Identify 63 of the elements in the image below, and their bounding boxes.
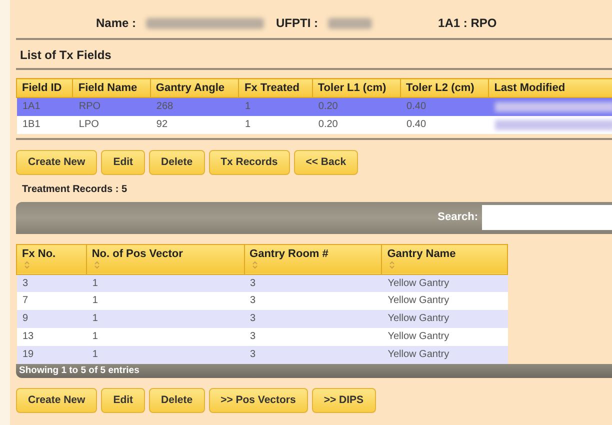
column-header: Gantry Angle <box>150 78 239 98</box>
table-row[interactable]: 1B1 LPO 92 1 0.20 0.40 <box>16 116 612 134</box>
table-cell: 1 <box>86 274 244 292</box>
table-cell: 3 <box>244 292 382 310</box>
table-cell: 1 <box>238 116 312 134</box>
redacted-id <box>328 18 372 28</box>
sort-icon[interactable] <box>252 260 258 269</box>
table-cell: 19 <box>16 346 86 364</box>
action-button[interactable]: << Back <box>294 150 358 175</box>
column-header: Field ID <box>16 78 73 98</box>
sort-icon[interactable] <box>94 260 100 269</box>
table-cell: Yellow Gantry <box>382 274 508 292</box>
name-label: Name : <box>96 16 136 30</box>
action-button[interactable]: Create New <box>16 388 98 413</box>
sort-icon[interactable] <box>24 260 30 269</box>
section-title: List of Tx Fields <box>16 40 612 70</box>
table-cell: 9 <box>16 310 86 328</box>
table-cell: 268 <box>150 98 239 116</box>
action-button[interactable]: Create New <box>16 150 98 175</box>
column-header: Toler L2 (cm) <box>400 78 489 98</box>
sort-icon[interactable] <box>389 260 396 269</box>
table-cell: 1 <box>86 328 244 346</box>
table-cell: 13 <box>16 328 86 346</box>
search-field[interactable] <box>482 205 612 230</box>
table-cell: 0.40 <box>400 98 489 116</box>
table-cell: 3 <box>16 274 86 292</box>
column-header: Fx Treated <box>238 78 312 98</box>
table-cell: 92 <box>150 116 239 134</box>
table-cell: 3 <box>244 346 382 364</box>
table-cell: 1B1 <box>16 116 73 134</box>
id-label: UFPTI : <box>276 16 318 30</box>
table-cell: 1 <box>86 346 244 364</box>
table-cell: 1A1 <box>16 98 73 116</box>
table-cell: 3 <box>244 274 382 292</box>
table-cell: 1 <box>86 310 244 328</box>
table-cell: Yellow Gantry <box>382 310 508 328</box>
action-button[interactable]: >> DIPS <box>312 388 376 413</box>
table-cell: 1 <box>86 292 244 310</box>
action-button[interactable]: >> Pos Vectors <box>208 388 308 413</box>
action-button[interactable]: Delete <box>149 388 205 413</box>
table-cell: RPO <box>72 98 150 116</box>
action-button[interactable]: Edit <box>101 150 146 175</box>
table-cell: Yellow Gantry <box>382 346 508 364</box>
table-cell: LPO <box>72 116 150 134</box>
column-header: Field Name <box>72 78 150 98</box>
table-cell: 0.20 <box>312 116 401 134</box>
field-label: 1A1 : RPO <box>438 16 497 30</box>
action-button[interactable]: Tx Records <box>208 150 290 175</box>
action-button[interactable]: Delete <box>149 150 205 175</box>
table-cell: 7 <box>16 292 86 310</box>
table-cell: 0.20 <box>312 98 401 116</box>
search-label: Search: <box>438 211 478 224</box>
table-cell: 1 <box>238 98 312 116</box>
table-cell: 3 <box>244 328 382 346</box>
table-info: Showing 1 to 5 of 5 entries <box>16 364 612 378</box>
column-header: Last Modified <box>488 78 612 98</box>
table-cell: 3 <box>244 310 382 328</box>
section-title: Treatment Records : 5 <box>22 184 128 196</box>
table-cell: Yellow Gantry <box>382 292 508 310</box>
table-cell: Yellow Gantry <box>382 328 508 346</box>
table-cell: 0.40 <box>400 116 489 134</box>
column-header: Toler L1 (cm) <box>312 78 401 98</box>
action-button[interactable]: Edit <box>101 388 146 413</box>
